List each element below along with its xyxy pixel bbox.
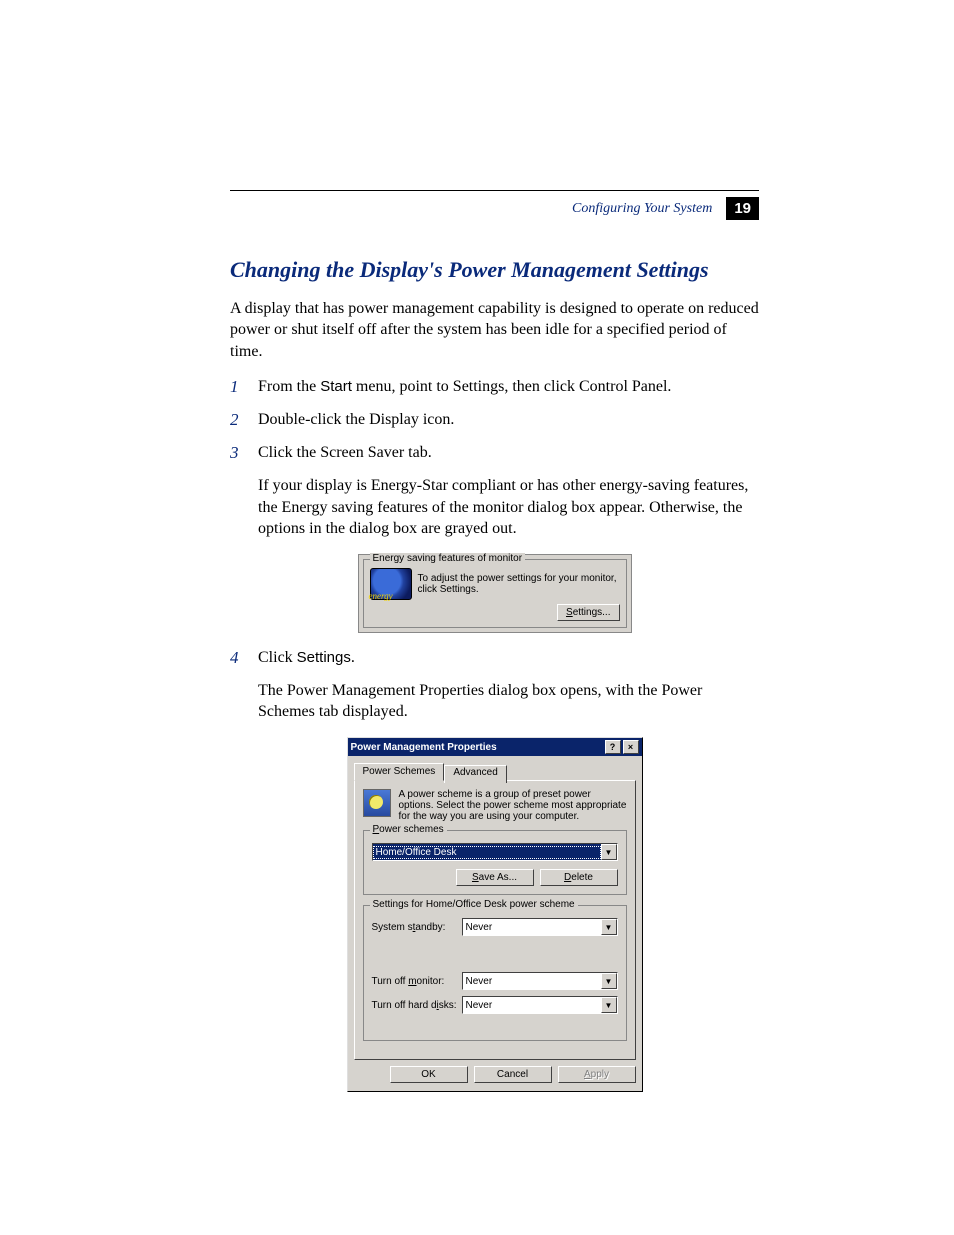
- groupbox: Energy saving features of monitor To adj…: [363, 559, 627, 628]
- step-1: 1 From the Start menu, point to Settings…: [230, 376, 759, 399]
- settings-group: Settings for Home/Office Desk power sche…: [363, 905, 627, 1041]
- energy-star-icon: [370, 568, 412, 600]
- help-button[interactable]: ?: [605, 740, 621, 754]
- tab-advanced[interactable]: Advanced: [444, 765, 506, 783]
- step-number: 3: [230, 442, 258, 465]
- chevron-down-icon[interactable]: ▼: [601, 919, 617, 935]
- combo-value: Home/Office Desk: [373, 846, 601, 859]
- tab-power-schemes[interactable]: Power Schemes: [354, 763, 445, 781]
- monitor-label: Turn off monitor:: [372, 976, 462, 987]
- step-3: 3 Click the Screen Saver tab.: [230, 442, 759, 465]
- settings-button[interactable]: Settings...: [557, 604, 619, 621]
- chevron-down-icon[interactable]: ▼: [601, 997, 617, 1013]
- chevron-down-icon[interactable]: ▼: [601, 844, 617, 860]
- group-title: Settings for Home/Office Desk power sche…: [370, 899, 578, 910]
- step-2: 2 Double-click the Display icon.: [230, 409, 759, 432]
- combo-value: Never: [463, 975, 601, 988]
- step-text: From the Start menu, point to Settings, …: [258, 376, 759, 398]
- step-number: 1: [230, 376, 258, 399]
- document-page: Configuring Your System 19 Changing the …: [0, 0, 954, 1192]
- step-4: 4 Click Settings.: [230, 647, 759, 670]
- step-text: Double-click the Display icon.: [258, 409, 759, 431]
- group-legend: Energy saving features of monitor: [370, 553, 526, 564]
- step4-note: The Power Management Properties dialog b…: [258, 680, 759, 723]
- standby-label: System standby:: [372, 922, 462, 933]
- chevron-down-icon[interactable]: ▼: [601, 973, 617, 989]
- step-number: 4: [230, 647, 258, 670]
- tab-content: A power scheme is a group of preset powe…: [354, 780, 636, 1060]
- power-scheme-combo[interactable]: Home/Office Desk ▼: [372, 843, 618, 861]
- ui-name: Settings: [297, 649, 351, 666]
- button-label-rest: ettings...: [573, 607, 611, 618]
- step-text: Click the Screen Saver tab.: [258, 442, 759, 464]
- monitor-combo[interactable]: Never ▼: [462, 972, 618, 990]
- group-text: To adjust the power settings for your mo…: [418, 573, 620, 595]
- menu-name: Start: [320, 378, 352, 395]
- power-management-dialog: Power Management Properties ? × Power Sc…: [347, 737, 643, 1092]
- ordered-steps: 1 From the Start menu, point to Settings…: [230, 376, 759, 465]
- combo-value: Never: [463, 999, 601, 1012]
- dialog-buttons: OK Cancel Apply: [348, 1066, 642, 1091]
- close-button[interactable]: ×: [623, 740, 639, 754]
- step-number: 2: [230, 409, 258, 432]
- titlebar: Power Management Properties ? ×: [348, 738, 642, 756]
- energy-saving-panel: Energy saving features of monitor To adj…: [358, 554, 632, 633]
- power-schemes-group: Power schemes Home/Office Desk ▼ Save As…: [363, 830, 627, 895]
- power-icon: [363, 789, 391, 817]
- disks-combo[interactable]: Never ▼: [462, 996, 618, 1014]
- cancel-button[interactable]: Cancel: [474, 1066, 552, 1083]
- tab-strip: Power Schemes Advanced: [348, 756, 642, 780]
- step-text: Click Settings.: [258, 647, 759, 669]
- dialog-title: Power Management Properties: [351, 742, 497, 753]
- standby-combo[interactable]: Never ▼: [462, 918, 618, 936]
- apply-button: Apply: [558, 1066, 636, 1083]
- save-as-button[interactable]: Save As...: [456, 869, 534, 886]
- dialog-description: A power scheme is a group of preset powe…: [399, 789, 627, 822]
- group-title: Power schemes: [370, 824, 447, 835]
- disks-label: Turn off hard disks:: [372, 1000, 462, 1011]
- ok-button[interactable]: OK: [390, 1066, 468, 1083]
- combo-value: Never: [463, 921, 601, 934]
- header-rule: [230, 190, 759, 191]
- page-header: Configuring Your System 19: [230, 197, 759, 220]
- text: menu, point to Settings, then click Cont…: [352, 378, 672, 395]
- delete-button[interactable]: Delete: [540, 869, 618, 886]
- text: Click: [258, 649, 297, 666]
- intro-paragraph: A display that has power management capa…: [230, 298, 759, 363]
- text: From the: [258, 378, 320, 395]
- page-number: 19: [726, 197, 759, 220]
- text: .: [351, 649, 355, 666]
- section-title: Configuring Your System: [572, 201, 712, 217]
- step3-note: If your display is Energy-Star compliant…: [258, 475, 759, 540]
- heading: Changing the Display's Power Management …: [230, 256, 759, 284]
